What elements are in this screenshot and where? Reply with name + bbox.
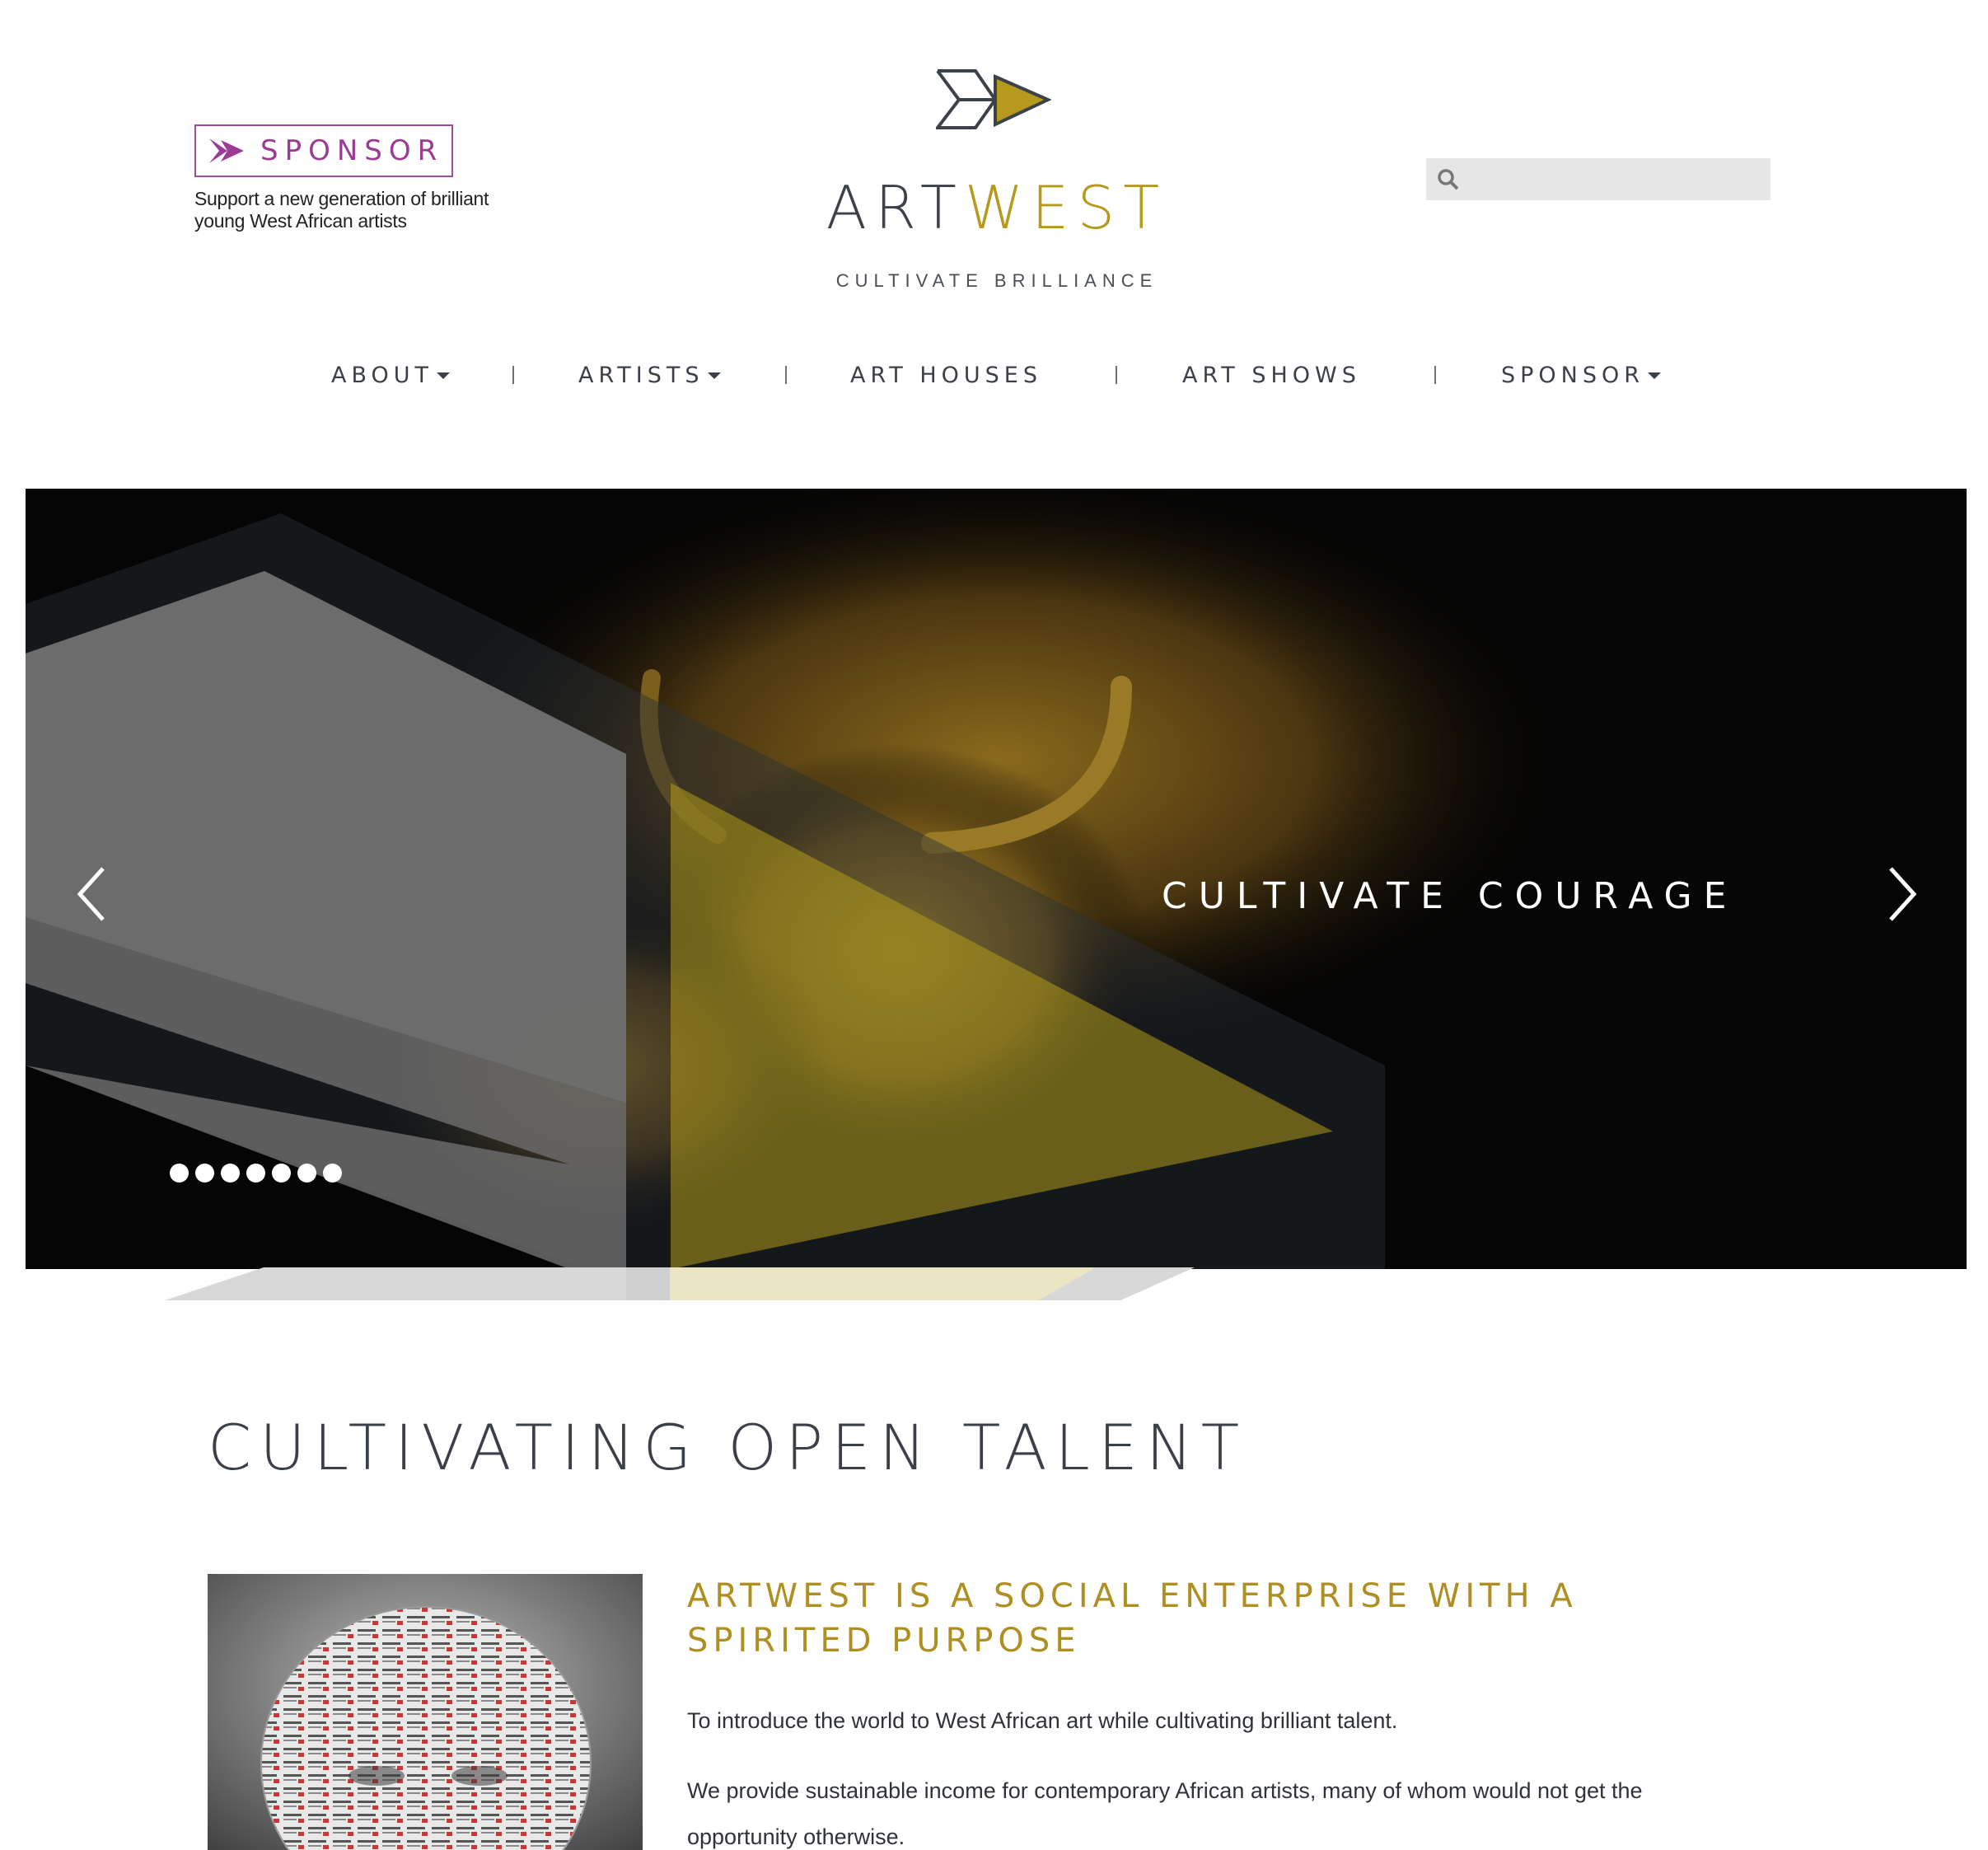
section-title: CULTIVATING OPEN TALENT — [208, 1411, 1248, 1484]
caret-down-icon — [437, 372, 451, 379]
logo-west: WEST — [964, 173, 1168, 242]
sponsor-description: Support a new generation of brilliant yo… — [194, 188, 489, 232]
search-bar — [1426, 158, 1770, 200]
carousel-indicators — [170, 1164, 342, 1183]
logo-wordmark[interactable]: ARTWEST — [791, 173, 1203, 242]
nav-label: ART SHOWS — [1182, 363, 1361, 388]
sponsor-label: SPONSOR — [260, 134, 444, 167]
search-input[interactable] — [1467, 158, 1770, 200]
chevron-right-icon[interactable] — [1886, 865, 1919, 923]
carousel-dot[interactable] — [195, 1164, 214, 1183]
nav-divider — [1116, 366, 1117, 384]
sponsor-button[interactable]: SPONSOR — [194, 124, 453, 177]
carousel-dot[interactable] — [246, 1164, 265, 1183]
logo-tagline: CULTIVATE BRILLIANCE — [835, 270, 1158, 291]
nav-item-artists[interactable]: ARTISTS — [578, 363, 721, 388]
chevron-left-icon[interactable] — [75, 865, 108, 923]
search-icon[interactable] — [1438, 168, 1459, 190]
carousel-dot[interactable] — [323, 1164, 342, 1183]
subtitle: ARTWEST IS A SOCIAL ENTERPRISE WITH A SP… — [687, 1577, 1578, 1660]
nav-item-sponsor[interactable]: SPONSOR — [1501, 363, 1662, 388]
logo-art: ART — [826, 173, 965, 242]
paragraph-mission: We provide sustainable income for contem… — [687, 1778, 1643, 1849]
hero-shape-overflow — [165, 1267, 1195, 1300]
arrow-mark-icon — [209, 138, 244, 163]
nav-label: SPONSOR — [1501, 363, 1645, 388]
main-nav: ABOUT ARTISTS ART HOUSES ART SHOWS SPONS… — [0, 363, 1988, 396]
nav-divider — [1434, 366, 1436, 384]
nav-divider — [785, 366, 787, 384]
nav-label: ABOUT — [331, 363, 434, 388]
nav-item-art-houses[interactable]: ART HOUSES — [850, 363, 1042, 388]
paragraph-intro: To introduce the world to West African a… — [687, 1708, 1398, 1733]
carousel-dot[interactable] — [170, 1164, 189, 1183]
nav-divider — [512, 366, 514, 384]
carousel-dot[interactable] — [221, 1164, 240, 1183]
caret-down-icon — [707, 372, 721, 379]
artwest-logo-icon[interactable] — [936, 68, 1051, 151]
newspaper-head-image — [208, 1574, 643, 1850]
nav-item-art-shows[interactable]: ART SHOWS — [1182, 363, 1361, 388]
nav-item-about[interactable]: ABOUT — [331, 363, 451, 388]
nav-label: ART HOUSES — [850, 363, 1042, 388]
caret-down-icon — [1648, 372, 1662, 379]
hero-title: CULTIVATE COURAGE — [1162, 875, 1738, 917]
carousel-dot[interactable] — [297, 1164, 316, 1183]
nav-label: ARTISTS — [578, 363, 704, 388]
carousel-dot[interactable] — [272, 1164, 291, 1183]
